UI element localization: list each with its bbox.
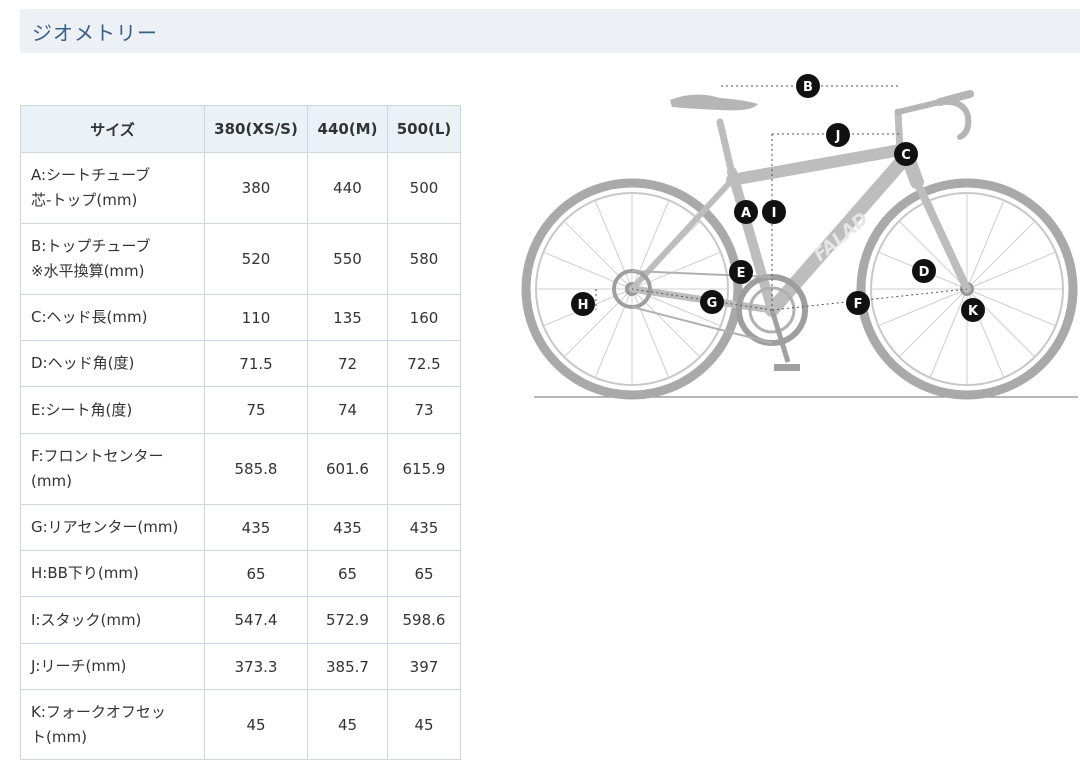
table-cell: 65 bbox=[204, 550, 308, 597]
table-row: J:リーチ(mm) 373.3 385.7 397 bbox=[20, 643, 461, 690]
column-header: サイズ bbox=[20, 105, 205, 153]
table-cell: 75 bbox=[204, 386, 308, 434]
marker-g: G bbox=[700, 290, 724, 314]
svg-text:D: D bbox=[919, 265, 930, 280]
row-label-line1: A:シートチューブ bbox=[31, 166, 151, 184]
table-cell: 65 bbox=[387, 550, 461, 597]
svg-text:A: A bbox=[741, 206, 751, 221]
table-cell: 74 bbox=[307, 386, 388, 434]
table-row: K:フォークオフセッ ト(mm) 45 45 45 bbox=[20, 689, 461, 760]
row-label: F:フロントセンター (mm) bbox=[20, 433, 205, 505]
bike-geometry-diagram: FALAD A B C D E F G H I J K bbox=[521, 74, 1078, 400]
table-row: C:ヘッド長(mm) 110 135 160 bbox=[20, 294, 461, 341]
table-cell: 435 bbox=[204, 504, 308, 551]
table-cell: 598.6 bbox=[387, 596, 461, 644]
svg-text:K: K bbox=[968, 304, 979, 319]
marker-c: C bbox=[894, 142, 918, 166]
marker-a: A bbox=[734, 200, 758, 224]
svg-text:J: J bbox=[835, 129, 841, 144]
table-cell: 572.9 bbox=[307, 596, 388, 644]
row-label-line2: (mm) bbox=[31, 472, 72, 490]
row-label-line2: ト(mm) bbox=[31, 727, 87, 746]
table-cell: 547.4 bbox=[204, 596, 308, 644]
row-label: J:リーチ(mm) bbox=[20, 643, 205, 690]
table-cell: 500 bbox=[387, 152, 461, 224]
table-cell: 435 bbox=[387, 504, 461, 551]
table-row: B:トップチューブ ※水平換算(mm) 520 550 580 bbox=[20, 223, 461, 295]
svg-text:H: H bbox=[578, 298, 589, 313]
row-label-line2: 芯-トップ(mm) bbox=[31, 191, 138, 209]
table-cell: 380 bbox=[204, 152, 308, 224]
section-header: ジオメトリー bbox=[20, 9, 1080, 53]
row-label-line2: ※水平換算(mm) bbox=[31, 262, 145, 280]
column-header: 440(M) bbox=[307, 105, 388, 153]
table-cell: 585.8 bbox=[204, 433, 308, 505]
marker-b: B bbox=[796, 74, 820, 98]
table-header-row: サイズ 380(XS/S) 440(M) 500(L) bbox=[20, 105, 461, 153]
table-cell: 72 bbox=[307, 340, 388, 387]
table-cell: 72.5 bbox=[387, 340, 461, 387]
row-label-line1: K:フォークオフセッ bbox=[31, 702, 166, 721]
table-row: E:シート角(度) 75 74 73 bbox=[20, 386, 461, 434]
geometry-table: サイズ 380(XS/S) 440(M) 500(L) A:シートチューブ 芯-ト… bbox=[20, 105, 461, 760]
marker-h: H bbox=[571, 292, 595, 316]
marker-j: J bbox=[826, 123, 850, 147]
marker-k: K bbox=[961, 298, 985, 322]
table-cell: 373.3 bbox=[204, 643, 308, 690]
table-cell: 71.5 bbox=[204, 340, 308, 387]
marker-e: E bbox=[729, 260, 753, 284]
saddle bbox=[670, 94, 758, 111]
table-row: G:リアセンター(mm) 435 435 435 bbox=[20, 504, 461, 551]
table-cell: 550 bbox=[307, 223, 388, 295]
table-cell: 435 bbox=[307, 504, 388, 551]
table-cell: 160 bbox=[387, 294, 461, 341]
row-label: C:ヘッド長(mm) bbox=[20, 294, 205, 341]
table-cell: 385.7 bbox=[307, 643, 388, 690]
table-cell: 397 bbox=[387, 643, 461, 690]
svg-text:F: F bbox=[854, 297, 863, 312]
table-cell: 110 bbox=[204, 294, 308, 341]
table-cell: 45 bbox=[204, 689, 308, 760]
table-cell: 520 bbox=[204, 223, 308, 295]
table-cell: 580 bbox=[387, 223, 461, 295]
row-label-line1: F:フロントセンター bbox=[31, 447, 164, 465]
svg-text:I: I bbox=[772, 206, 777, 221]
table-row: D:ヘッド角(度) 71.5 72 72.5 bbox=[20, 340, 461, 387]
row-label: D:ヘッド角(度) bbox=[20, 340, 205, 387]
table-row: A:シートチューブ 芯-トップ(mm) 380 440 500 bbox=[20, 152, 461, 224]
handlebar bbox=[895, 90, 974, 140]
table-cell: 135 bbox=[307, 294, 388, 341]
table-cell: 45 bbox=[307, 689, 388, 760]
svg-text:E: E bbox=[737, 266, 746, 281]
table-cell: 440 bbox=[307, 152, 388, 224]
table-cell: 73 bbox=[387, 386, 461, 434]
row-label: K:フォークオフセッ ト(mm) bbox=[20, 689, 205, 760]
svg-text:B: B bbox=[803, 80, 813, 95]
marker-f: F bbox=[846, 291, 870, 315]
table-cell: 601.6 bbox=[307, 433, 388, 505]
svg-text:C: C bbox=[901, 148, 911, 163]
table-row: I:スタック(mm) 547.4 572.9 598.6 bbox=[20, 596, 461, 644]
row-label: H:BB下り(mm) bbox=[20, 550, 205, 597]
row-label: E:シート角(度) bbox=[20, 386, 205, 434]
marker-i: I bbox=[762, 200, 786, 224]
row-label-line1: B:トップチューブ bbox=[31, 237, 151, 255]
svg-text:G: G bbox=[707, 296, 718, 311]
table-cell: 65 bbox=[307, 550, 388, 597]
row-label: B:トップチューブ ※水平換算(mm) bbox=[20, 223, 205, 295]
table-row: F:フロントセンター (mm) 585.8 601.6 615.9 bbox=[20, 433, 461, 505]
marker-d: D bbox=[912, 259, 936, 283]
row-label: G:リアセンター(mm) bbox=[20, 504, 205, 551]
section-title: ジオメトリー bbox=[32, 20, 158, 45]
row-label: I:スタック(mm) bbox=[20, 596, 205, 644]
column-header: 380(XS/S) bbox=[204, 105, 308, 153]
table-cell: 615.9 bbox=[387, 433, 461, 505]
column-header: 500(L) bbox=[387, 105, 461, 153]
table-cell: 45 bbox=[387, 689, 461, 760]
row-label: A:シートチューブ 芯-トップ(mm) bbox=[20, 152, 205, 224]
table-row: H:BB下り(mm) 65 65 65 bbox=[20, 550, 461, 597]
